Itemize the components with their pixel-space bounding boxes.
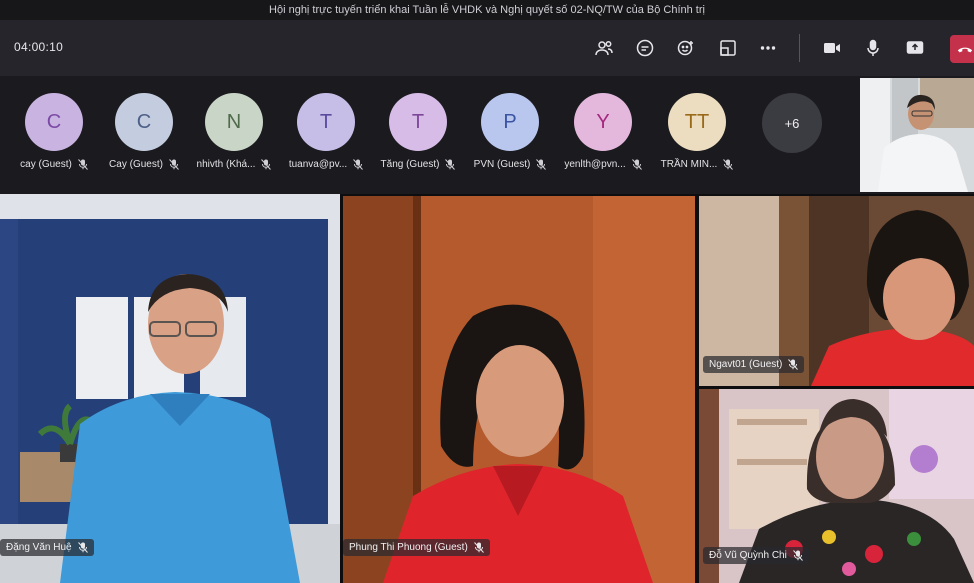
video-tile[interactable]: Đỗ Vũ Quỳnh Chi [699,389,974,583]
rooms-icon[interactable] [716,36,740,60]
avatar: C [25,93,83,151]
muted-mic-icon [353,159,364,170]
muted-mic-icon [631,159,642,170]
participant-tile[interactable]: C cay (Guest) [9,93,99,170]
chat-icon[interactable] [633,36,657,60]
participant-name: tuanva@pv... [288,159,348,170]
avatar: T [297,93,355,151]
muted-mic-icon [723,159,734,170]
window-titlebar: Hội nghị trực tuyến triển khai Tuần lễ V… [0,0,974,20]
video-participant-name: Đỗ Vũ Quỳnh Chi [709,550,787,561]
participants-strip: C cay (Guest) C Cay (Guest) N nhivth (Kh… [0,76,974,194]
hangup-icon [956,40,974,58]
participant-name: nhivth (Khá... [196,159,256,170]
muted-mic-icon [536,159,547,170]
video-grid: Đặng Văn Huệ Phung Thi Phuong (Guest) Ng… [0,194,974,583]
participant-name-tag: Đỗ Vũ Quỳnh Chi [703,547,809,564]
muted-mic-icon [169,159,179,170]
muted-mic-icon [261,159,272,170]
participant-tile[interactable]: C Cay (Guest) [99,93,189,170]
meeting-title: Hội nghị trực tuyến triển khai Tuần lễ V… [269,4,705,16]
participant-name-tag: Phung Thi Phuong (Guest) [343,539,490,556]
video-participant-name: Ngavt01 (Guest) [709,359,783,370]
share-icon[interactable] [903,36,927,60]
participant-name-tag: Đặng Văn Huệ [0,539,94,556]
meeting-timer: 04:00:10 [14,40,64,54]
reactions-icon[interactable] [674,36,698,60]
muted-mic-icon [445,159,456,170]
participant-name: Cay (Guest) [109,159,163,170]
video-participant-name: Phung Thi Phuong (Guest) [349,542,468,553]
muted-mic-icon [788,359,799,370]
video-tile[interactable]: Phung Thi Phuong (Guest) [343,196,695,583]
toolbar-divider [799,34,800,62]
video-tile[interactable]: Đặng Văn Huệ [0,194,340,583]
participant-tile[interactable]: T tuanva@pv... [281,93,371,170]
avatar: C [115,93,173,151]
camera-icon[interactable] [820,36,844,60]
participant-name: Tăng (Guest) [380,159,440,170]
participant-name: TRẦN MIN... [660,159,718,170]
avatar: P [481,93,539,151]
muted-mic-icon [473,542,484,553]
self-video-preview[interactable] [860,78,974,192]
avatar: N [205,93,263,151]
muted-mic-icon [792,550,803,561]
overflow-participants-button[interactable]: +6 [762,93,822,153]
people-icon[interactable] [592,36,616,60]
avatar: Y [574,93,632,151]
more-icon[interactable] [756,36,780,60]
video-participant-name: Đặng Văn Huệ [6,542,72,553]
participant-tile[interactable]: T Tăng (Guest) [373,93,463,170]
participant-tile[interactable]: P PVN (Guest) [465,93,555,170]
avatar: TT [668,93,726,151]
hangup-button[interactable] [950,35,974,63]
muted-mic-icon [77,159,88,170]
avatar: T [389,93,447,151]
participant-name: PVN (Guest) [473,159,531,170]
participant-name: yenlth@pvn... [564,159,626,170]
muted-mic-icon [77,542,88,553]
participant-tile[interactable]: TT TRẦN MIN... [652,93,742,170]
participant-tile[interactable]: N nhivth (Khá... [189,93,279,170]
mic-icon[interactable] [861,36,885,60]
meeting-toolbar: 04:00:10 [0,20,974,76]
participant-name: cay (Guest) [20,159,72,170]
participant-name-tag: Ngavt01 (Guest) [703,356,805,373]
video-tile[interactable]: Ngavt01 (Guest) [699,196,974,386]
participant-tile[interactable]: Y yenlth@pvn... [558,93,648,170]
